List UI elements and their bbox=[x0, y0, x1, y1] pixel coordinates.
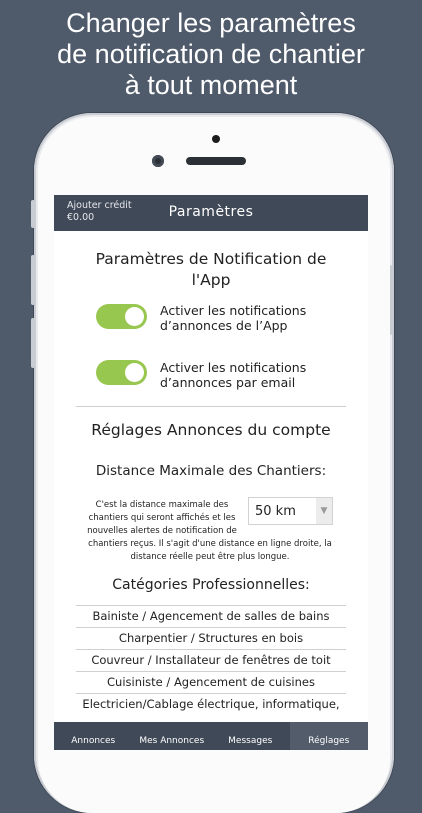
notification-settings-title: Paramètres de Notification de l'App bbox=[95, 250, 327, 289]
category-item[interactable]: Bainiste / Agencement de salles de bains bbox=[76, 605, 346, 627]
sensor-dot bbox=[212, 135, 220, 143]
account-settings-title: Réglages Annonces du compte bbox=[91, 421, 331, 439]
email-notifications-label-line-1: Activer les notifications bbox=[160, 360, 307, 375]
bottom-tab-bar: Annonces Mes Annonces Messages Réglages bbox=[54, 722, 368, 750]
volume-down-button bbox=[31, 318, 35, 368]
tab-mes-annonces[interactable]: Mes Annonces bbox=[133, 722, 212, 750]
page-title: Paramètres bbox=[168, 204, 254, 220]
mute-switch bbox=[31, 200, 35, 228]
category-item[interactable]: Cuisiniste / Agencement de cuisines bbox=[76, 671, 346, 693]
email-notifications-label: Activer les notifications d’annonces par… bbox=[160, 360, 350, 390]
tab-annonces[interactable]: Annonces bbox=[54, 722, 133, 750]
app-notifications-label-line-1: Activer les notifications bbox=[160, 303, 307, 318]
categories-list: Bainiste / Agencement de salles de bains… bbox=[76, 605, 346, 715]
category-item[interactable]: Couvreur / Installateur de fenêtres de t… bbox=[76, 649, 346, 671]
promo-headline: Changer les paramètres de notification d… bbox=[0, 8, 422, 101]
category-item[interactable]: Electricien/Cablage électrique, informat… bbox=[76, 693, 346, 715]
promo-line-1: Changer les paramètres bbox=[66, 8, 356, 38]
volume-up-button bbox=[31, 255, 35, 305]
distance-title: Distance Maximale des Chantiers: bbox=[95, 463, 327, 479]
distance-select[interactable]: 50 km ▼ bbox=[248, 497, 333, 525]
app-notifications-label: Activer les notifications d’annonces de … bbox=[160, 303, 350, 333]
tab-reglages[interactable]: Réglages bbox=[289, 722, 368, 750]
email-notifications-label-line-2: d’annonces par email bbox=[160, 375, 296, 390]
power-button bbox=[390, 265, 394, 335]
app-screen: Ajouter crédit €0.00 Paramètres Paramètr… bbox=[54, 195, 368, 750]
camera-icon bbox=[152, 155, 164, 167]
distance-description-line-4: chantiers reçus. Il s'agit d'une distanc… bbox=[88, 539, 332, 549]
section-divider bbox=[76, 406, 346, 407]
speaker-grille bbox=[186, 157, 246, 165]
toggle-knob bbox=[125, 363, 144, 382]
tab-messages[interactable]: Messages bbox=[211, 722, 290, 750]
chevron-down-icon: ▼ bbox=[316, 498, 332, 524]
promo-line-3: à tout moment bbox=[124, 70, 298, 100]
category-item[interactable]: Charpentier / Structures en bois bbox=[76, 627, 346, 649]
email-notifications-toggle[interactable] bbox=[96, 360, 147, 385]
app-notifications-label-line-2: d’annonces de l’App bbox=[160, 318, 288, 333]
app-notifications-toggle[interactable] bbox=[96, 304, 147, 329]
distance-value: 50 km bbox=[255, 504, 296, 519]
promo-line-2: de notification de chantier bbox=[57, 39, 365, 69]
distance-description-line-5: distance réelle peut être plus longue. bbox=[130, 552, 290, 562]
app-header: Ajouter crédit €0.00 Paramètres bbox=[54, 195, 368, 231]
distance-description-line-3: nouvelles alertes de notification de bbox=[87, 526, 237, 536]
toggle-knob bbox=[125, 307, 144, 326]
categories-title: Catégories Professionnelles: bbox=[112, 577, 310, 593]
